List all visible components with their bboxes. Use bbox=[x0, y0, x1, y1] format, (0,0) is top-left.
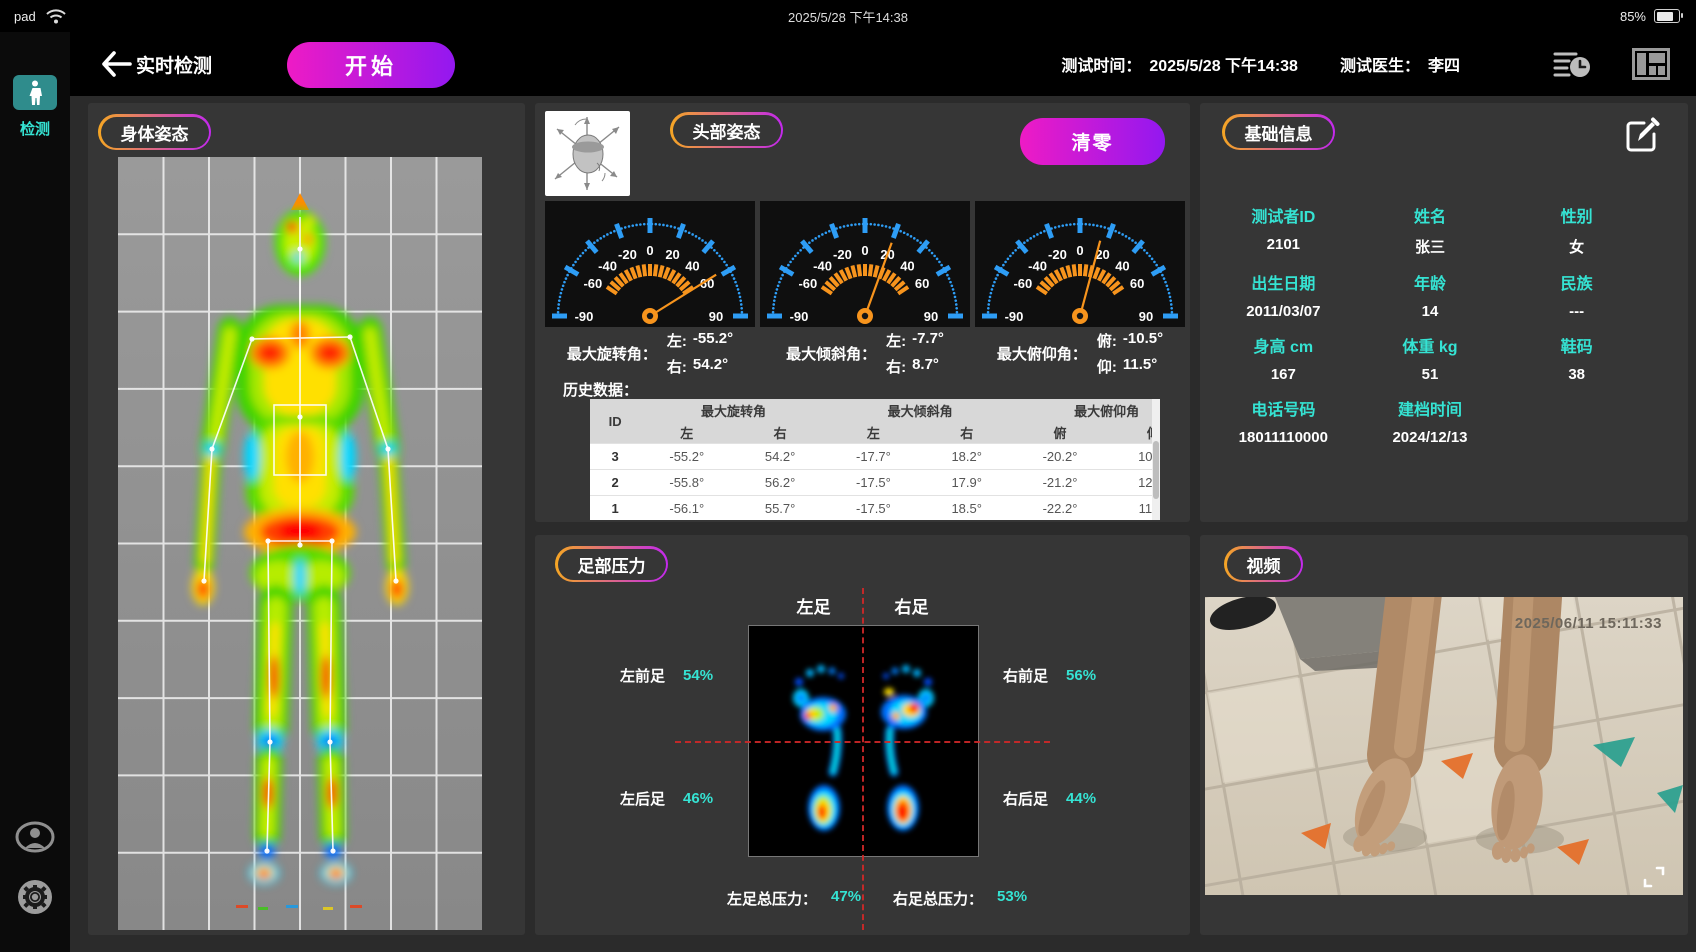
svg-text:-60: -60 bbox=[1013, 276, 1032, 291]
video-panel: 视频 2025/06/11 15:11:33 bbox=[1200, 535, 1688, 935]
basic-info-panel: 基础信息 测试者ID2101姓名张三性别女出生日期2011/03/07年龄14民… bbox=[1200, 103, 1688, 522]
start-button[interactable]: 开始 bbox=[287, 42, 455, 88]
svg-text:-40: -40 bbox=[813, 258, 832, 273]
info-field-10: 电话号码18011110000 bbox=[1210, 396, 1357, 446]
back-arrow-icon[interactable] bbox=[100, 49, 132, 79]
layout-dashboard-icon[interactable] bbox=[1632, 48, 1670, 80]
info-field-7: 身高 cm167 bbox=[1210, 333, 1357, 383]
history-records-icon[interactable] bbox=[1552, 48, 1592, 80]
body-posture-panel: 身体姿态 bbox=[88, 103, 525, 935]
expand-fullscreen-icon[interactable] bbox=[1642, 865, 1666, 889]
info-field-2: 姓名张三 bbox=[1357, 203, 1504, 257]
zone-right-rearfoot: 右后足44% bbox=[1003, 788, 1096, 809]
head-posture-badge: 头部姿态 bbox=[670, 112, 783, 148]
info-field-1: 测试者ID2101 bbox=[1210, 203, 1357, 257]
history-table-row[interactable]: 1-56.1°55.7°-17.5°18.5°-22.2°11.5° bbox=[590, 496, 1160, 521]
body-thermal-image bbox=[118, 157, 482, 930]
info-field-9: 鞋码38 bbox=[1503, 333, 1650, 383]
svg-text:40: 40 bbox=[1115, 258, 1129, 273]
edit-icon[interactable] bbox=[1624, 117, 1660, 153]
head-gauge-2: -90-60-40-20020406090 bbox=[760, 201, 970, 327]
svg-text:20: 20 bbox=[665, 247, 679, 262]
head-metric-1: 最大旋转角：左:-55.2°右:54.2° bbox=[545, 330, 755, 377]
profile-icon[interactable] bbox=[15, 820, 55, 854]
test-time-value: 2025/5/28 下午14:38 bbox=[1149, 52, 1298, 76]
info-field-8: 体重 kg51 bbox=[1357, 333, 1504, 383]
battery-icon bbox=[1654, 9, 1680, 23]
video-feed bbox=[1205, 597, 1683, 895]
app-root: pad 2025/5/28 下午14:38 85% 检测 bbox=[0, 0, 1696, 952]
person-icon bbox=[27, 80, 43, 106]
sidebar-item-detect[interactable] bbox=[13, 75, 57, 110]
svg-text:90: 90 bbox=[709, 309, 723, 324]
svg-text:-90: -90 bbox=[790, 309, 809, 324]
svg-text:90: 90 bbox=[924, 309, 938, 324]
status-datetime: 2025/5/28 下午14:38 bbox=[0, 0, 1696, 32]
svg-text:-60: -60 bbox=[798, 276, 817, 291]
head-gauge-1: -90-60-40-20020406090 bbox=[545, 201, 755, 327]
table-scrollbar-thumb[interactable] bbox=[1153, 441, 1159, 499]
svg-text:-90: -90 bbox=[575, 309, 594, 324]
doctor-label: 测试医生： bbox=[1340, 52, 1420, 76]
status-bar: pad 2025/5/28 下午14:38 85% bbox=[0, 0, 1696, 32]
svg-text:-40: -40 bbox=[1028, 258, 1047, 273]
info-field-11: 建档时间2024/12/13 bbox=[1357, 396, 1504, 446]
page-title: 实时检测 bbox=[136, 32, 212, 96]
zone-left-rearfoot: 左后足46% bbox=[620, 788, 713, 809]
header: 实时检测 开始 测试时间： 2025/5/28 下午14:38 测试医生： 李四 bbox=[70, 32, 1696, 96]
svg-text:0: 0 bbox=[1076, 243, 1083, 258]
svg-text:-40: -40 bbox=[598, 258, 617, 273]
info-field-6: 民族--- bbox=[1503, 270, 1650, 320]
foot-pressure-badge: 足部压力 bbox=[555, 546, 668, 582]
head-axes-diagram bbox=[545, 111, 630, 196]
svg-text:40: 40 bbox=[900, 258, 914, 273]
zone-right-forefoot: 右前足56% bbox=[1003, 665, 1096, 686]
table-scrollbar-track bbox=[1152, 399, 1160, 520]
svg-text:-90: -90 bbox=[1005, 309, 1024, 324]
history-table-row[interactable]: 2-55.8°56.2°-17.5°17.9°-21.2°12.1° bbox=[590, 470, 1160, 496]
test-time-label: 测试时间： bbox=[1061, 52, 1141, 76]
history-data-label: 历史数据： bbox=[563, 379, 638, 400]
left-foot-label: 左足 bbox=[797, 593, 831, 618]
sidebar-detect-label: 检测 bbox=[0, 118, 70, 139]
svg-text:-20: -20 bbox=[833, 247, 852, 262]
head-metric-2: 最大倾斜角：左:-7.7°右:8.7° bbox=[760, 330, 970, 377]
svg-text:60: 60 bbox=[1130, 276, 1144, 291]
svg-text:-20: -20 bbox=[1048, 247, 1067, 262]
total-right-pressure: 右足总压力：53% bbox=[893, 888, 1027, 909]
main-area: 身体姿态 bbox=[70, 96, 1696, 952]
svg-text:0: 0 bbox=[861, 243, 868, 258]
basic-info-badge: 基础信息 bbox=[1222, 114, 1335, 150]
total-left-pressure: 左足总压力：47% bbox=[727, 888, 861, 909]
foot-pressure-panel: 足部压力 左足 右足 左前足54% 右前足56% 左后足46 bbox=[535, 535, 1190, 935]
svg-text:90: 90 bbox=[1139, 309, 1153, 324]
clear-button[interactable]: 清零 bbox=[1020, 118, 1165, 165]
sidebar: 检测 bbox=[0, 32, 70, 952]
svg-text:60: 60 bbox=[915, 276, 929, 291]
head-gauge-3: -90-60-40-20020406090 bbox=[975, 201, 1185, 327]
head-metric-3: 最大俯仰角：俯:-10.5°仰:11.5° bbox=[975, 330, 1185, 377]
svg-text:-20: -20 bbox=[618, 247, 637, 262]
head-posture-panel: 头部姿态 清零 -90-60-40-20020406090-90-60-40-2… bbox=[535, 103, 1190, 522]
zone-left-forefoot: 左前足54% bbox=[620, 665, 713, 686]
body-posture-badge: 身体姿态 bbox=[98, 114, 211, 150]
history-table: ID最大旋转角最大倾斜角最大俯仰角左右左右俯仰3-55.2°54.2°-17.7… bbox=[590, 399, 1160, 520]
info-field-4: 出生日期2011/03/07 bbox=[1210, 270, 1357, 320]
right-foot-label: 右足 bbox=[895, 593, 929, 618]
svg-text:0: 0 bbox=[646, 243, 653, 258]
settings-gear-icon[interactable] bbox=[15, 880, 55, 914]
video-timestamp: 2025/06/11 15:11:33 bbox=[1515, 615, 1662, 632]
video-badge: 视频 bbox=[1224, 546, 1303, 582]
history-table-row[interactable]: 3-55.2°54.2°-17.7°18.2°-20.2°10.5° bbox=[590, 444, 1160, 470]
crosshair-vertical bbox=[862, 588, 864, 930]
info-field-3: 性别女 bbox=[1503, 203, 1650, 257]
doctor-name: 李四 bbox=[1428, 52, 1460, 76]
svg-text:40: 40 bbox=[685, 258, 699, 273]
info-field-5: 年龄14 bbox=[1357, 270, 1504, 320]
svg-text:-60: -60 bbox=[583, 276, 602, 291]
battery-percent: 85% bbox=[1620, 9, 1646, 24]
